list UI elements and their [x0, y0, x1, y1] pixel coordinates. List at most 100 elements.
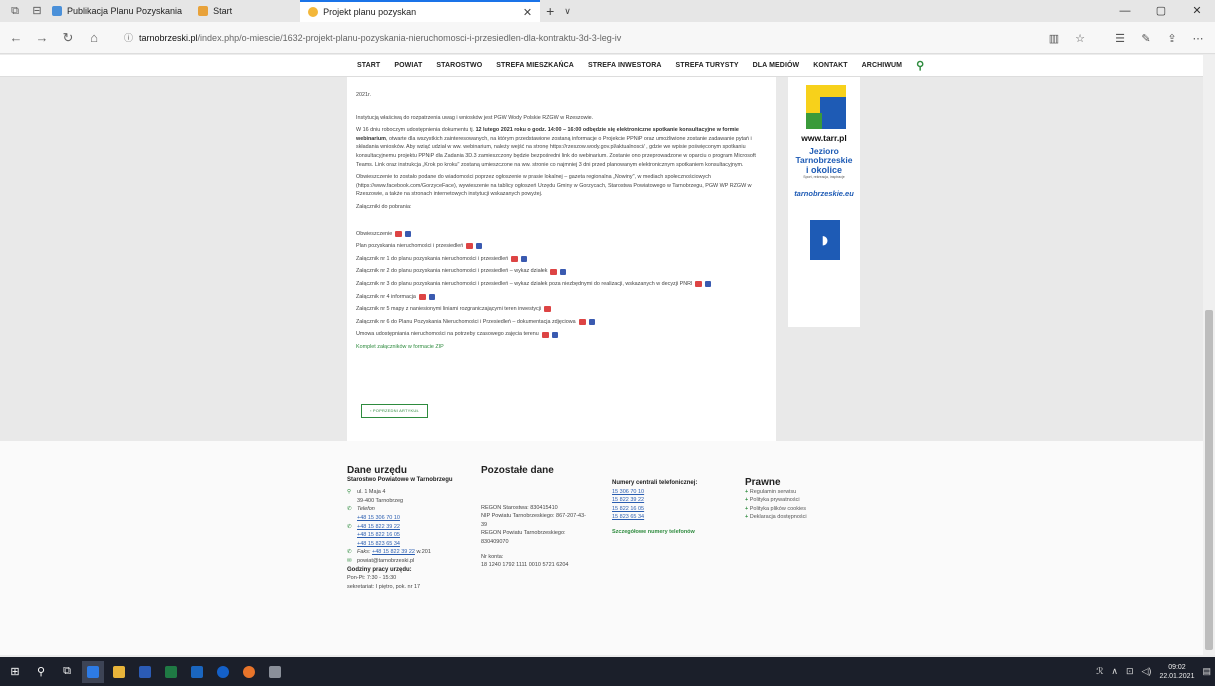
phone-link[interactable]: 15 822 16 05	[612, 505, 722, 514]
url-domain: tarnobrzeski.pl	[139, 32, 198, 43]
location-icon: ⚲	[347, 489, 352, 496]
legal-link[interactable]: + Polityka plików cookies	[745, 505, 855, 514]
hp-app-icon[interactable]	[212, 661, 234, 683]
minimize-icon[interactable]: —	[1107, 0, 1143, 22]
doc-icon	[551, 331, 558, 338]
phone-link[interactable]: +48 15 306 70 10	[347, 514, 467, 523]
clock[interactable]: 09:02 22.01.2021	[1159, 663, 1194, 681]
reading-view-icon[interactable]: ▥	[1041, 32, 1067, 45]
phone-link[interactable]: +48 15 822 39 22	[357, 524, 400, 530]
legal-link[interactable]: + Deklaracja dostępności	[745, 513, 855, 522]
tab-sets-icon[interactable]: ⊟	[30, 4, 44, 18]
pdf-icon	[550, 268, 558, 275]
detailed-phones-link[interactable]: Szczegółowe numery telefonów	[612, 528, 722, 537]
favorite-star-icon[interactable]: ☆	[1067, 32, 1093, 45]
pen-icon[interactable]: ✎	[1133, 32, 1159, 45]
chevron-up-icon[interactable]: ∧	[1111, 666, 1118, 677]
close-window-icon[interactable]: ✕	[1179, 0, 1215, 22]
nav-dla-mediow[interactable]: DLA MEDIÓW	[753, 62, 800, 69]
tarr-banner-label: www.tarr.pl	[801, 133, 847, 143]
legal-link[interactable]: + Regulamin serwisu	[745, 488, 855, 497]
nav-strefa-inwestora[interactable]: STREFA INWESTORA	[588, 62, 662, 69]
system-tray: ℛ ∧ ⊡ ◁) 09:02 22.01.2021 ▤	[1096, 657, 1211, 686]
share-icon[interactable]: ⇪	[1159, 32, 1185, 45]
task-view-icon[interactable]: ⧉	[56, 661, 78, 683]
app-icon[interactable]	[264, 661, 286, 683]
edge-app-icon[interactable]	[82, 660, 104, 683]
tab-publikacja[interactable]: Publikacja Planu Pozyskania	[44, 0, 190, 22]
refresh-icon[interactable]: ↻	[58, 30, 78, 46]
favicon-icon	[198, 6, 209, 16]
excel-icon[interactable]	[160, 661, 182, 683]
close-tab-icon[interactable]: ✕	[523, 6, 532, 19]
tab-start[interactable]: Start	[190, 0, 240, 22]
windows-start-icon[interactable]: ⊞	[4, 661, 26, 683]
pdf-icon	[541, 331, 549, 338]
nav-strefa-mieszkanca[interactable]: STREFA MIESZKAŃCA	[496, 62, 574, 69]
fax-link[interactable]: +48 15 822 39 22	[372, 549, 415, 555]
nav-powiat[interactable]: POWIAT	[394, 62, 422, 69]
footer-dane: Dane urzędu Starostwo Powiatowe w Tarnob…	[347, 465, 467, 591]
attachment-link[interactable]: Umowa udostępniania nieruchomości na pot…	[356, 330, 767, 339]
footer-prawne: Prawne + Regulamin serwisu + Polityka pr…	[745, 478, 855, 522]
tab-projekt[interactable]: Projekt planu pozyskan ✕	[300, 0, 541, 22]
word-icon[interactable]	[134, 661, 156, 683]
doc-icon	[705, 281, 712, 288]
more-icon[interactable]: ⋯	[1185, 32, 1211, 45]
phone-link[interactable]: 15 823 65 34	[612, 513, 722, 522]
fax-icon: ✆	[347, 549, 352, 556]
outlook-icon[interactable]	[186, 661, 208, 683]
phone-link[interactable]: +48 15 823 65 34	[347, 540, 467, 549]
accessibility-ear-icon[interactable]: ◗	[810, 220, 840, 260]
nav-starostwo[interactable]: STAROSTWO	[436, 62, 482, 69]
phone-icon: ✆	[347, 523, 352, 530]
notifications-icon[interactable]: ▤	[1202, 666, 1211, 677]
pdf-icon	[578, 318, 586, 325]
nav-start[interactable]: START	[357, 62, 380, 69]
tab-actions-icon[interactable]: ⧉	[8, 4, 22, 18]
phone-link[interactable]: 15 306 70 10	[612, 488, 722, 497]
attachment-link[interactable]: Załącznik nr 6 do Planu Pozyskania Nieru…	[356, 318, 767, 327]
doc-icon	[405, 230, 412, 237]
attachment-link[interactable]: Załącznik nr 2 do planu pozyskania nieru…	[356, 267, 767, 276]
forward-icon[interactable]: →	[32, 30, 52, 45]
scrollbar[interactable]	[1203, 55, 1215, 655]
nav-archiwum[interactable]: ARCHIWUM	[862, 62, 902, 69]
home-icon[interactable]: ⌂	[84, 30, 104, 45]
footer-pozostale: Pozostałe dane REGON Starostwa: 83041541…	[481, 466, 591, 570]
previous-article-button[interactable]: ‹ POPRZEDNI ARTYKUŁ	[361, 404, 428, 418]
attachment-link[interactable]: Załącznik nr 1 do planu pozyskania nieru…	[356, 255, 767, 264]
scrollbar-thumb[interactable]	[1205, 310, 1213, 650]
attachment-link[interactable]: Załącznik nr 3 do planu pozyskania nieru…	[356, 280, 767, 289]
email-link[interactable]: powiat@tarnobrzeski.pl	[357, 558, 414, 564]
zip-link[interactable]: Komplet załączników w formacie ZIP	[356, 343, 767, 352]
phone-link[interactable]: +48 15 822 16 05	[347, 531, 467, 540]
doc-icon	[428, 293, 435, 300]
attachment-link[interactable]: Załącznik nr 5 mapy z naniesionymi linia…	[356, 305, 767, 314]
attachment-link[interactable]: Plan pozyskania nieruchomości i przesied…	[356, 242, 767, 251]
favorites-icon[interactable]: ☰	[1107, 32, 1133, 45]
attachment-link[interactable]: Obwieszczenie	[356, 230, 767, 239]
volume-icon[interactable]: ◁)	[1142, 666, 1152, 677]
nav-strefa-turysty[interactable]: STREFA TURYSTY	[676, 62, 739, 69]
network-icon[interactable]: ⊡	[1126, 666, 1134, 677]
tarnobrzeskie-banner[interactable]: tarnobrzeskie.eu	[794, 189, 854, 198]
url-field[interactable]: ⓘ tarnobrzeski.pl/index.php/o-miescie/16…	[124, 31, 621, 44]
sidebar-banners: www.tarr.pl Jezioro Tarnobrzeskie i okol…	[788, 77, 860, 327]
jeziora-subtitle: Sport, rekreacja, inspiracje	[803, 175, 845, 179]
pdf-icon	[466, 243, 474, 250]
people-icon[interactable]: ℛ	[1096, 666, 1103, 677]
search-icon[interactable]: ⚲	[30, 661, 52, 683]
new-tab-icon[interactable]: +	[546, 3, 554, 19]
back-icon[interactable]: ←	[6, 30, 26, 45]
legal-link[interactable]: + Polityka prywatności	[745, 496, 855, 505]
phone-link[interactable]: 15 822 39 22	[612, 496, 722, 505]
maximize-icon[interactable]: ▢	[1143, 0, 1179, 22]
attachment-link[interactable]: Załącznik nr 4 informacja	[356, 293, 767, 302]
file-explorer-icon[interactable]	[108, 661, 130, 683]
firefox-icon[interactable]	[238, 661, 260, 683]
chevron-down-icon[interactable]: ∨	[564, 6, 571, 17]
search-icon[interactable]: ⚲	[916, 59, 924, 72]
nav-kontakt[interactable]: KONTAKT	[813, 62, 847, 69]
footer-heading: Dane urzędu	[347, 465, 408, 476]
